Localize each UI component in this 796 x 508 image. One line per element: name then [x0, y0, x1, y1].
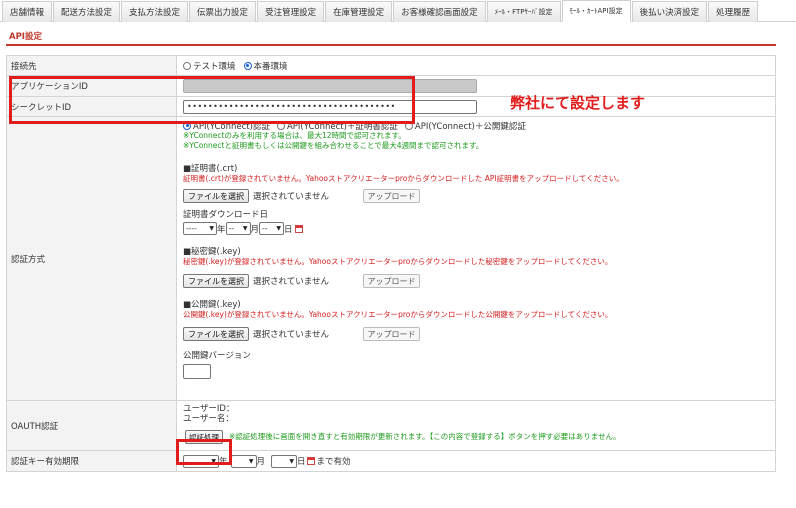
public-key-upload-button[interactable]: アップロード — [363, 327, 420, 341]
chevron-down-icon: ▼ — [248, 457, 254, 465]
tab-9[interactable]: 後払い決済設定 — [631, 1, 708, 22]
section-divider — [6, 44, 776, 46]
oauth-user-id: ユーザーID： — [183, 404, 235, 414]
expiry-month-select[interactable]: ▼ — [230, 454, 257, 468]
cert-warning: 証明書(.crt)が登録されていません。Yahooストアクリエーターproからダ… — [183, 174, 624, 183]
cert-year-value: ---- — [186, 224, 197, 233]
tab-7[interactable]: ﾒｰﾙ・FTPｻｰﾊﾞ設定 — [486, 1, 561, 22]
cert-month-value: -- — [228, 224, 234, 233]
expiry-until-text: まで有効 — [316, 457, 351, 467]
tab-6[interactable]: お客様確認画面設定 — [393, 1, 486, 22]
public-key-title: ■公開鍵(.key) — [183, 300, 241, 310]
secret-key-title: ■秘密鍵(.key) — [183, 247, 241, 257]
expiry-day-select[interactable]: ▼ — [271, 454, 298, 468]
oauth-label: OAUTH認証 — [6, 400, 177, 451]
oauth-note: ※認証処理後に画面を開き直すと有効期限が更新されます。【この内容で登録する】ボタ… — [229, 432, 621, 441]
public-key-version-input[interactable] — [183, 364, 211, 379]
radio-test-env-label: テスト環境 — [193, 61, 236, 72]
tab-bar: 店舗情報 配送方法設定 支払方法設定 伝票出力設定 受注管理設定 在庫管理設定 お客様確認画… — [0, 0, 796, 22]
chevron-down-icon: ▼ — [289, 457, 295, 465]
secret-key-no-file-text: 選択されていません — [253, 277, 329, 287]
radio-prod-env-label: 本番環境 — [253, 61, 288, 72]
auth-key-expiry-label: 認証キー有効期限 — [6, 450, 177, 472]
tab-0[interactable]: 店舗情報 — [2, 1, 53, 22]
secret-key-warning: 秘密鍵(.key)が登録されていません。Yahooストアクリエーターproからダ… — [183, 257, 613, 266]
public-key-version-label: 公開鍵バージョン — [183, 351, 251, 361]
cert-upload-button[interactable]: アップロード — [363, 189, 420, 203]
expiry-day-unit: 日 — [297, 457, 306, 467]
radio-test-env[interactable]: テスト環境 — [183, 60, 236, 72]
tab-5[interactable]: 在庫管理設定 — [325, 1, 393, 22]
cert-date-label: 証明書ダウンロード日 — [183, 210, 269, 220]
cert-year-select[interactable]: ---- ▼ — [183, 222, 217, 235]
chevron-down-icon: ▼ — [209, 225, 214, 232]
oauth-user-name: ユーザー名： — [183, 414, 234, 424]
expiry-month-unit: 月 — [256, 457, 266, 467]
annotation-text: 弊社にて設定します — [510, 94, 646, 112]
radio-prod-env[interactable]: 本番環境 — [243, 60, 288, 72]
calendar-icon[interactable] — [294, 224, 303, 233]
annotation-box-oauth-button — [176, 439, 232, 465]
tab-4[interactable]: 受注管理設定 — [257, 1, 325, 22]
radio-test-env-circle[interactable] — [183, 61, 191, 70]
secret-key-upload-button[interactable]: アップロード — [363, 274, 420, 288]
connection-label: 接続先 — [6, 55, 177, 76]
auth-note-1: ※YConnectのみを利用する場合は、最大12時間で認可されます。 — [183, 131, 406, 140]
cert-month-unit: 月 — [250, 224, 260, 235]
cert-title: ■証明書(.crt) — [183, 164, 238, 174]
chevron-down-icon: ▼ — [276, 225, 282, 232]
radio-prod-env-circle[interactable] — [243, 61, 252, 70]
public-key-choose-file-button[interactable]: ファイルを選択 — [183, 327, 249, 341]
radio-auth-pubkey-label: API(YConnect)＋公開鍵認証 — [414, 121, 526, 132]
auth-method-label: 認証方式 — [6, 116, 177, 401]
public-key-no-file-text: 選択されていません — [253, 330, 329, 340]
tab-8[interactable]: ﾓｰﾙ・ｶｰﾄAPI設定 — [561, 0, 631, 22]
chevron-down-icon: ▼ — [242, 225, 248, 232]
annotation-box-credentials — [9, 76, 415, 124]
tab-10[interactable]: 処理履歴 — [708, 1, 759, 22]
tab-1[interactable]: 配送方法設定 — [53, 1, 121, 22]
cert-month-select[interactable]: -- ▼ — [225, 222, 251, 235]
tab-2[interactable]: 支払方法設定 — [121, 1, 189, 22]
public-key-warning: 公開鍵(.key)が登録されていません。Yahooストアクリエーターproからダ… — [183, 310, 613, 319]
cert-no-file-text: 選択されていません — [253, 192, 329, 202]
cert-day-select[interactable]: -- ▼ — [259, 222, 285, 235]
calendar-icon[interactable] — [306, 457, 315, 465]
auth-note-2: ※YConnectと証明書もしくは公開鍵を組み合わせることで最大4週間まで認可さ… — [183, 141, 484, 150]
tab-3[interactable]: 伝票出力設定 — [189, 1, 257, 22]
cert-choose-file-button[interactable]: ファイルを選択 — [183, 189, 249, 203]
secret-key-choose-file-button[interactable]: ファイルを選択 — [183, 274, 249, 288]
cert-day-unit: 日 — [284, 224, 293, 235]
section-title: API設定 — [9, 32, 42, 42]
cert-day-value: -- — [262, 224, 268, 233]
cert-year-unit: 年 — [217, 224, 226, 235]
